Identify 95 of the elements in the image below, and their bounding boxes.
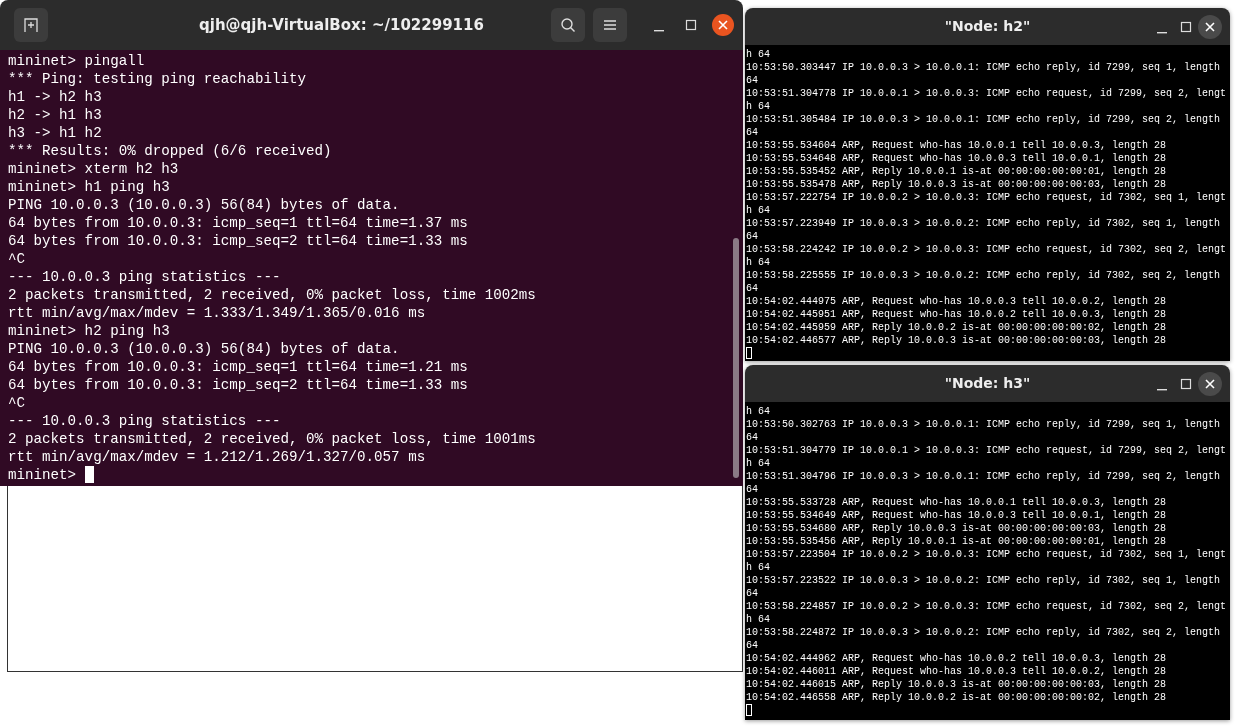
scrollbar[interactable]: [733, 238, 739, 478]
terminal-line: h 64: [746, 457, 770, 470]
minimize-icon: [654, 30, 664, 32]
terminal-line: 64 bytes from 10.0.0.3: icmp_seq=2 ttl=64 time=1.33 ms: [8, 232, 468, 250]
menu-icon: [602, 17, 618, 33]
window-title: qjh@qjh-VirtualBox: ~/102299116: [198, 14, 485, 36]
close-button[interactable]: [1198, 14, 1222, 39]
terminal-line: 10:53:55.533728 ARP, Request who-has 10.0.0.1 tell 10.0.0.3, length 28: [746, 496, 1167, 509]
terminal-line: PING 10.0.0.3 (10.0.0.3) 56(84) bytes of data.: [8, 196, 400, 214]
terminal-line: h 64: [746, 405, 770, 418]
new-tab-icon: [23, 17, 39, 33]
terminal-line: 10:53:50.303447 IP 10.0.0.3 > 10.0.0.1: ICMP echo reply, id 7299, seq 1, length: [746, 61, 1221, 74]
terminal-line: 10:53:55.534649 ARP, Request who-has 10.0.0.3 tell 10.0.0.1, length 28: [746, 509, 1167, 522]
terminal-line: 10:53:57.223504 IP 10.0.0.2 > 10.0.0.3: ICMP echo request, id 7302, seq 1, lengt: [746, 548, 1227, 561]
terminal-line: 64: [746, 431, 758, 444]
terminal-line: ^C: [8, 394, 26, 412]
terminal-line: 10:53:55.535478 ARP, Reply 10.0.0.3 is-at 00:00:00:00:00:03, length 28: [746, 178, 1167, 191]
terminal-line: 10:53:51.304778 IP 10.0.0.1 > 10.0.0.3: ICMP echo request, id 7299, seq 2, lengt: [746, 87, 1227, 100]
maximize-icon: [685, 19, 697, 31]
search-icon: [560, 17, 576, 33]
terminal-line: 10:53:58.224857 IP 10.0.0.2 > 10.0.0.3: ICMP echo request, id 7302, seq 2, lengt: [746, 600, 1227, 613]
new-tab-button[interactable]: [14, 8, 48, 42]
terminal-line: rtt min/avg/max/mdev = 1.333/1.349/1.365/0.016 ms: [8, 304, 426, 322]
terminal-line: *** Ping: testing ping reachability: [8, 70, 306, 88]
cursor: [746, 347, 752, 359]
terminal-line: 10:53:51.304779 IP 10.0.0.1 > 10.0.0.3: ICMP echo request, id 7299, seq 2, lengt: [746, 444, 1227, 457]
terminal-line: 64: [746, 126, 758, 139]
close-button[interactable]: [711, 13, 735, 37]
cursor: [84, 466, 94, 483]
terminal-line: 10:53:57.223949 IP 10.0.0.3 > 10.0.0.2: ICMP echo reply, id 7302, seq 1, length: [746, 217, 1221, 230]
terminal-line: 10:53:51.304796 IP 10.0.0.3 > 10.0.0.1: ICMP echo reply, id 7299, seq 2, length: [746, 470, 1221, 483]
terminal-line: 10:54:02.444962 ARP, Request who-has 10.0.0.2 tell 10.0.0.3, length 28: [746, 652, 1167, 665]
terminal-line: 10:54:02.445959 ARP, Reply 10.0.0.2 is-at 00:00:00:00:00:02, length 28: [746, 321, 1167, 334]
terminal-line: 10:54:02.446011 ARP, Request who-has 10.0.0.3 tell 10.0.0.2, length 28: [746, 665, 1167, 678]
terminal-line: *** Results: 0% dropped (6/6 received): [8, 142, 332, 160]
terminal-line: 10:53:55.534604 ARP, Request who-has 10.0.0.1 tell 10.0.0.3, length 28: [746, 139, 1167, 152]
cursor: [746, 704, 752, 716]
terminal-line: mininet>: [8, 466, 78, 484]
terminal-line: mininet> xterm h2 h3: [8, 160, 179, 178]
terminal-line: ^C: [8, 250, 26, 268]
terminal-line: rtt min/avg/max/mdev = 1.212/1.269/1.327/0.057 ms: [8, 448, 426, 466]
terminal-line: 10:53:55.534648 ARP, Request who-has 10.0.0.3 tell 10.0.0.1, length 28: [746, 152, 1167, 165]
close-icon: [718, 20, 728, 30]
terminal-line: 64 bytes from 10.0.0.3: icmp_seq=2 ttl=64 time=1.33 ms: [8, 376, 468, 394]
terminal-line: 10:54:02.446577 ARP, Reply 10.0.0.3 is-at 00:00:00:00:00:03, length 28: [746, 334, 1167, 347]
terminal-line: h3 -> h1 h2: [8, 124, 102, 142]
terminal-line: 64: [746, 639, 758, 652]
close-button[interactable]: [1198, 371, 1222, 396]
terminal-line: 64 bytes from 10.0.0.3: icmp_seq=1 ttl=64 time=1.21 ms: [8, 358, 468, 376]
terminal-line: 64: [746, 74, 758, 87]
terminal-line: 10:53:57.222754 IP 10.0.0.2 > 10.0.0.3: ICMP echo request, id 7302, seq 1, lengt: [746, 191, 1227, 204]
terminal-line: 10:53:51.305484 IP 10.0.0.3 > 10.0.0.1: ICMP echo reply, id 7299, seq 2, length: [746, 113, 1221, 126]
close-icon: [1205, 378, 1215, 389]
terminal-line: 10:54:02.444975 ARP, Request who-has 10.0.0.3 tell 10.0.0.2, length 28: [746, 295, 1167, 308]
terminal-line: 64 bytes from 10.0.0.3: icmp_seq=1 ttl=64 time=1.37 ms: [8, 214, 468, 232]
terminal-line: 10:54:02.446015 ARP, Reply 10.0.0.3 is-at 00:00:00:00:00:03, length 28: [746, 678, 1167, 691]
window-title: "Node: h2": [943, 17, 1032, 36]
window-title: "Node: h3": [943, 374, 1032, 393]
terminal-line: mininet> h2 ping h3: [8, 322, 170, 340]
terminal-line: 10:54:02.445951 ARP, Request who-has 10.0.0.2 tell 10.0.0.3, length 28: [746, 308, 1167, 321]
maximize-icon: [1180, 377, 1192, 390]
maximize-icon: [1180, 20, 1192, 33]
terminal-line: 10:53:57.223522 IP 10.0.0.3 > 10.0.0.2: ICMP echo reply, id 7302, seq 1, length: [746, 574, 1221, 587]
terminal-line: 10:53:55.535456 ARP, Reply 10.0.0.1 is-at 00:00:00:00:00:01, length 28: [746, 535, 1167, 548]
terminal-line: --- 10.0.0.3 ping statistics ---: [8, 412, 281, 430]
terminal-line: 2 packets transmitted, 2 received, 0% packet loss, time 1002ms: [8, 286, 536, 304]
terminal-line: h 64: [746, 204, 770, 217]
minimize-icon: [1157, 388, 1167, 391]
terminal-line: 10:53:58.225555 IP 10.0.0.3 > 10.0.0.2: ICMP echo reply, id 7302, seq 2, length: [746, 269, 1221, 282]
menu-button[interactable]: [593, 8, 627, 42]
terminal-line: 64: [746, 483, 758, 496]
terminal-line: 64: [746, 587, 758, 600]
terminal-line: mininet> pingall: [8, 52, 145, 70]
terminal-line: 10:54:02.446558 ARP, Reply 10.0.0.2 is-at 00:00:00:00:00:02, length 28: [746, 691, 1167, 704]
minimize-icon: [1157, 31, 1167, 34]
close-icon: [1205, 21, 1215, 32]
terminal-line: 10:53:50.302763 IP 10.0.0.3 > 10.0.0.1: ICMP echo reply, id 7299, seq 1, length: [746, 418, 1221, 431]
terminal-line: h 64: [746, 100, 770, 113]
terminal-line: h2 -> h1 h3: [8, 106, 102, 124]
terminal-line: h1 -> h2 h3: [8, 88, 102, 106]
terminal-line: 10:53:58.224242 IP 10.0.0.2 > 10.0.0.3: ICMP echo request, id 7302, seq 2, lengt: [746, 243, 1227, 256]
terminal-line: 10:53:55.534680 ARP, Reply 10.0.0.3 is-at 00:00:00:00:00:03, length 28: [746, 522, 1167, 535]
terminal-line: PING 10.0.0.3 (10.0.0.3) 56(84) bytes of data.: [8, 340, 400, 358]
terminal-line: h 64: [746, 613, 770, 626]
terminal-line: h 64: [746, 48, 770, 61]
terminal-line: mininet> h1 ping h3: [8, 178, 170, 196]
terminal-line: 10:53:58.224872 IP 10.0.0.3 > 10.0.0.2: ICMP echo reply, id 7302, seq 2, length: [746, 626, 1221, 639]
terminal-line: h 64: [746, 561, 770, 574]
terminal-line: h 64: [746, 256, 770, 269]
search-button[interactable]: [551, 8, 585, 42]
terminal-line: 64: [746, 230, 758, 243]
terminal-line: --- 10.0.0.3 ping statistics ---: [8, 268, 281, 286]
terminal-line: 2 packets transmitted, 2 received, 0% packet loss, time 1001ms: [8, 430, 536, 448]
terminal-line: 10:53:55.535452 ARP, Reply 10.0.0.1 is-at 00:00:00:00:00:01, length 28: [746, 165, 1167, 178]
terminal-line: 64: [746, 282, 758, 295]
